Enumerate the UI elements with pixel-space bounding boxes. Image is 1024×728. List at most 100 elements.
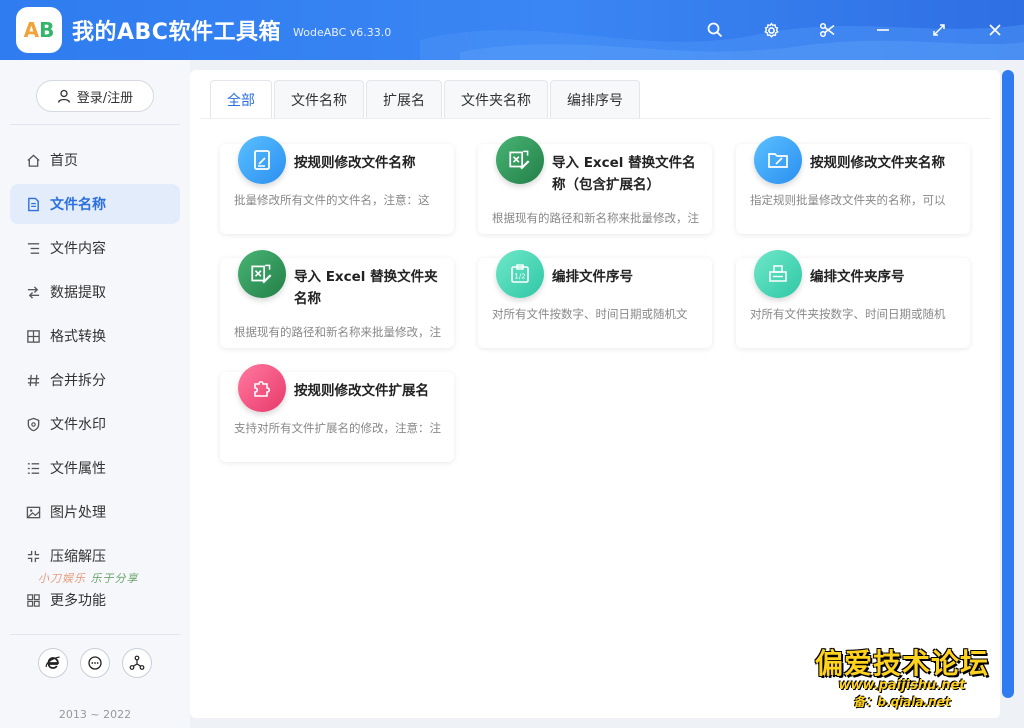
- shield-icon: [27, 417, 39, 431]
- sidebar-item-label: 文件属性: [50, 461, 106, 477]
- main-panel: 全部 文件名称 扩展名 文件夹名称 编排序号 按规则修改文件名称 批量修改所有文…: [190, 70, 1000, 718]
- card-rename-extension-by-rule[interactable]: 按规则修改文件扩展名 支持对所有文件扩展名的修改，注意：注: [220, 364, 454, 462]
- minimize-icon: [877, 29, 889, 31]
- user-icon: [57, 89, 70, 103]
- card-description: 对所有文件按数字、时间日期或随机文: [492, 307, 688, 321]
- minimize-button[interactable]: [869, 16, 897, 44]
- sidebar-item-format-convert[interactable]: 格式转换: [10, 316, 180, 356]
- login-button[interactable]: 登录/注册: [36, 80, 154, 112]
- card-rename-folders-by-rule[interactable]: 按规则修改文件夹名称 指定规则批量修改文件夹的名称，可以: [736, 136, 970, 234]
- sidebar-item-label: 文件水印: [50, 417, 106, 433]
- browser-button[interactable]: [38, 648, 68, 678]
- sidebar: 登录/注册 首页 文件名称 文件内容 数据提取 格式转换 合并拆分 文件水印 文…: [0, 60, 190, 728]
- card-description: 批量修改所有文件的文件名，注意：这: [234, 193, 430, 207]
- sidebar-item-label: 图片处理: [50, 505, 106, 521]
- hash-icon: [27, 374, 39, 386]
- card-icon-wrapper: [754, 250, 802, 298]
- extract-icon: [27, 285, 39, 299]
- tab-folder-name[interactable]: 文件夹名称: [444, 80, 548, 118]
- sidebar-item-data-extract[interactable]: 数据提取: [10, 272, 180, 312]
- sidebar-item-more[interactable]: 更多功能: [10, 580, 180, 620]
- svg-text:1/2: 1/2: [514, 273, 525, 281]
- close-button[interactable]: [981, 16, 1009, 44]
- main-scrollbar[interactable]: [1000, 70, 1014, 698]
- card-title: 导入 Excel 替换文件夹名称: [294, 269, 438, 307]
- card-icon-wrapper: [754, 136, 802, 184]
- edit-document-icon: [254, 150, 270, 170]
- app-title: 我的ABC软件工具箱: [72, 20, 281, 45]
- sidebar-item-home[interactable]: 首页: [10, 140, 180, 180]
- card-description: 支持对所有文件扩展名的修改，注意：注: [234, 421, 441, 435]
- sidebar-item-label: 压缩解压: [50, 549, 106, 565]
- ie-icon: [45, 656, 60, 669]
- tab-numbering[interactable]: 编排序号: [550, 80, 640, 118]
- app-logo: AB: [16, 7, 62, 53]
- card-description: 指定规则批量修改文件夹的名称，可以: [750, 193, 946, 207]
- sidebar-bottom-actions: [0, 648, 190, 678]
- title-bar: AB 我的ABC软件工具箱 WodeABC v6.33.0: [0, 0, 1024, 60]
- gear-icon: [763, 21, 779, 38]
- sidebar-item-file-properties[interactable]: 文件属性: [10, 448, 180, 488]
- card-number-files[interactable]: 1/2 编排文件序号 对所有文件按数字、时间日期或随机文: [478, 250, 712, 348]
- sidebar-divider: [10, 634, 180, 635]
- sidebar-item-label: 文件内容: [50, 241, 106, 257]
- card-title: 导入 Excel 替换文件名称（包含扩展名）: [552, 155, 696, 193]
- card-title: 按规则修改文件名称: [294, 155, 416, 171]
- sidebar-item-label: 格式转换: [50, 329, 106, 345]
- scissors-icon: [819, 22, 835, 38]
- home-icon: [26, 153, 40, 167]
- sidebar-item-file-content[interactable]: 文件内容: [10, 228, 180, 268]
- login-label: 登录/注册: [76, 90, 134, 106]
- card-title: 编排文件序号: [552, 269, 633, 285]
- search-button[interactable]: [701, 16, 729, 44]
- convert-icon: [26, 329, 40, 343]
- sidebar-item-label: 更多功能: [50, 593, 106, 609]
- card-rename-files-by-rule[interactable]: 按规则修改文件名称 批量修改所有文件的文件名，注意：这: [220, 136, 454, 234]
- category-tabs: 全部 文件名称 扩展名 文件夹名称 编排序号: [210, 80, 642, 118]
- chat-button[interactable]: [80, 648, 110, 678]
- watermark-forum: 偏爱技术论坛 www.paijishu.net 备：b.qiala.net: [800, 642, 1004, 710]
- sidebar-item-image-processing[interactable]: 图片处理: [10, 492, 180, 532]
- tabs-divider: [200, 118, 990, 119]
- share-button[interactable]: [122, 648, 152, 678]
- copyright-text: 2013 ~ 2022: [58, 708, 132, 721]
- tab-all[interactable]: 全部: [210, 80, 272, 118]
- compress-icon: [27, 550, 39, 562]
- card-icon-wrapper: [238, 136, 286, 184]
- folder-numbering-icon: [769, 265, 787, 282]
- tab-file-name[interactable]: 文件名称: [274, 80, 364, 118]
- card-icon-wrapper: 1/2: [496, 250, 544, 298]
- tab-extension[interactable]: 扩展名: [366, 80, 442, 118]
- sidebar-nav: 首页 文件名称 文件内容 数据提取 格式转换 合并拆分 文件水印 文件属性 图片…: [10, 140, 180, 624]
- sidebar-item-file-watermark[interactable]: 文件水印: [10, 404, 180, 444]
- watermark-small-text-2: 乐于分享: [90, 572, 139, 585]
- folder-edit-icon: [768, 153, 788, 168]
- excel-icon: [509, 150, 530, 170]
- sidebar-item-merge-split[interactable]: 合并拆分: [10, 360, 180, 400]
- properties-icon: [27, 462, 39, 474]
- sidebar-item-label: 数据提取: [50, 285, 106, 301]
- card-title: 编排文件夹序号: [810, 269, 905, 285]
- card-number-folders[interactable]: 编排文件夹序号 对所有文件夹按数字、时间日期或随机: [736, 250, 970, 348]
- card-import-excel-rename-folders[interactable]: 导入 Excel 替换文件夹名称 根据现有的路径和新名称来批量修改，注: [220, 250, 454, 348]
- settings-button[interactable]: [757, 16, 785, 44]
- share-icon: [129, 655, 145, 670]
- sidebar-item-label: 文件名称: [50, 197, 106, 213]
- image-icon: [26, 506, 40, 518]
- sidebar-item-label: 合并拆分: [50, 373, 106, 389]
- sidebar-item-file-name[interactable]: 文件名称: [10, 184, 180, 224]
- scissors-button[interactable]: [813, 16, 841, 44]
- chat-icon: [88, 656, 102, 670]
- card-icon-wrapper: [496, 136, 544, 184]
- card-title: 按规则修改文件夹名称: [810, 155, 945, 171]
- maximize-button[interactable]: [925, 16, 953, 44]
- excel-icon: [251, 264, 272, 284]
- list-icon: [27, 242, 39, 254]
- close-icon: [989, 24, 1001, 36]
- sidebar-item-label: 首页: [50, 153, 78, 169]
- card-description: 对所有文件夹按数字、时间日期或随机: [750, 307, 946, 321]
- scrollbar-thumb[interactable]: [1002, 70, 1014, 698]
- search-icon: [707, 22, 723, 38]
- card-title: 按规则修改文件扩展名: [294, 383, 429, 399]
- card-import-excel-rename-files[interactable]: 导入 Excel 替换文件名称（包含扩展名） 根据现有的路径和新名称来批量修改，…: [478, 136, 712, 234]
